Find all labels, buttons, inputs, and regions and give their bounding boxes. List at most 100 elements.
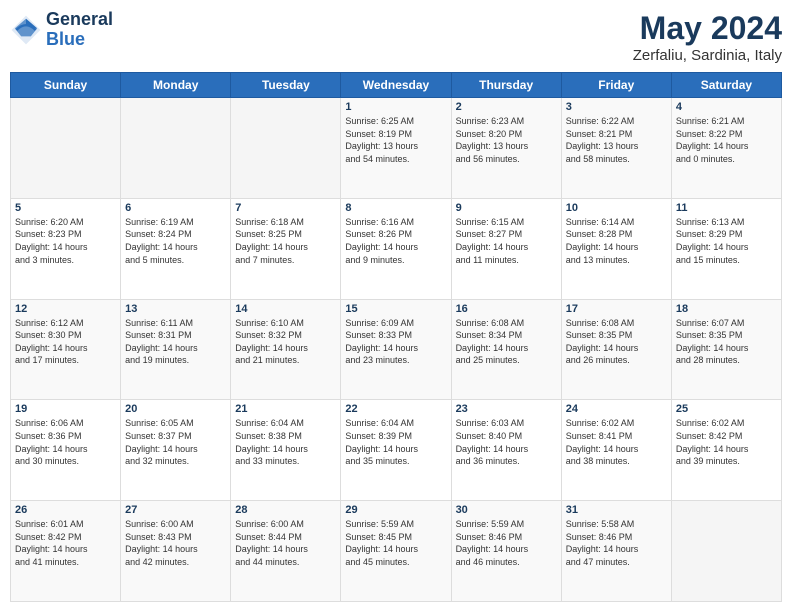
sunrise-text: Sunrise: 6:03 AM	[456, 417, 557, 430]
day-of-week-header: Tuesday	[231, 73, 341, 98]
calendar-cell: 28Sunrise: 6:00 AMSunset: 8:44 PMDayligh…	[231, 501, 341, 602]
daylight-text-line1: Daylight: 14 hours	[235, 443, 336, 456]
day-number: 13	[125, 303, 226, 315]
sunrise-text: Sunrise: 6:06 AM	[15, 417, 116, 430]
sunset-text: Sunset: 8:24 PM	[125, 228, 226, 241]
logo: General Blue	[10, 10, 113, 50]
calendar-cell: 10Sunrise: 6:14 AMSunset: 8:28 PMDayligh…	[561, 198, 671, 299]
sunset-text: Sunset: 8:37 PM	[125, 430, 226, 443]
daylight-text-line2: and 11 minutes.	[456, 254, 557, 267]
calendar-header-row: SundayMondayTuesdayWednesdayThursdayFrid…	[11, 73, 782, 98]
sunrise-text: Sunrise: 6:11 AM	[125, 317, 226, 330]
daylight-text-line2: and 36 minutes.	[456, 455, 557, 468]
sunset-text: Sunset: 8:43 PM	[125, 531, 226, 544]
sunset-text: Sunset: 8:38 PM	[235, 430, 336, 443]
daylight-text-line1: Daylight: 14 hours	[456, 241, 557, 254]
sunrise-text: Sunrise: 5:58 AM	[566, 518, 667, 531]
sunset-text: Sunset: 8:22 PM	[676, 128, 777, 141]
day-number: 23	[456, 403, 557, 415]
daylight-text-line2: and 41 minutes.	[15, 556, 116, 569]
sunrise-text: Sunrise: 6:02 AM	[676, 417, 777, 430]
daylight-text-line1: Daylight: 14 hours	[566, 443, 667, 456]
daylight-text-line2: and 7 minutes.	[235, 254, 336, 267]
daylight-text-line2: and 17 minutes.	[15, 354, 116, 367]
daylight-text-line2: and 13 minutes.	[566, 254, 667, 267]
sunset-text: Sunset: 8:40 PM	[456, 430, 557, 443]
day-info: Sunrise: 6:21 AMSunset: 8:22 PMDaylight:…	[676, 115, 777, 165]
day-number: 11	[676, 202, 777, 214]
day-of-week-header: Thursday	[451, 73, 561, 98]
day-info: Sunrise: 5:59 AMSunset: 8:46 PMDaylight:…	[456, 518, 557, 568]
daylight-text-line2: and 35 minutes.	[345, 455, 446, 468]
daylight-text-line2: and 5 minutes.	[125, 254, 226, 267]
calendar-cell: 5Sunrise: 6:20 AMSunset: 8:23 PMDaylight…	[11, 198, 121, 299]
sunset-text: Sunset: 8:26 PM	[345, 228, 446, 241]
sunset-text: Sunset: 8:31 PM	[125, 329, 226, 342]
day-number: 24	[566, 403, 667, 415]
sunset-text: Sunset: 8:20 PM	[456, 128, 557, 141]
calendar-cell: 14Sunrise: 6:10 AMSunset: 8:32 PMDayligh…	[231, 299, 341, 400]
sunrise-text: Sunrise: 6:22 AM	[566, 115, 667, 128]
day-info: Sunrise: 6:04 AMSunset: 8:38 PMDaylight:…	[235, 417, 336, 467]
day-of-week-header: Friday	[561, 73, 671, 98]
sunrise-text: Sunrise: 6:15 AM	[456, 216, 557, 229]
day-number: 6	[125, 202, 226, 214]
daylight-text-line2: and 30 minutes.	[15, 455, 116, 468]
daylight-text-line1: Daylight: 14 hours	[345, 543, 446, 556]
daylight-text-line2: and 46 minutes.	[456, 556, 557, 569]
sunrise-text: Sunrise: 6:19 AM	[125, 216, 226, 229]
daylight-text-line2: and 47 minutes.	[566, 556, 667, 569]
sunrise-text: Sunrise: 6:18 AM	[235, 216, 336, 229]
daylight-text-line2: and 26 minutes.	[566, 354, 667, 367]
daylight-text-line1: Daylight: 14 hours	[235, 342, 336, 355]
calendar-cell	[11, 98, 121, 199]
daylight-text-line1: Daylight: 14 hours	[125, 443, 226, 456]
title-block: May 2024 Zerfaliu, Sardinia, Italy	[633, 10, 782, 64]
daylight-text-line2: and 9 minutes.	[345, 254, 446, 267]
sunset-text: Sunset: 8:23 PM	[15, 228, 116, 241]
day-info: Sunrise: 6:11 AMSunset: 8:31 PMDaylight:…	[125, 317, 226, 367]
calendar-cell: 16Sunrise: 6:08 AMSunset: 8:34 PMDayligh…	[451, 299, 561, 400]
day-info: Sunrise: 6:00 AMSunset: 8:43 PMDaylight:…	[125, 518, 226, 568]
day-of-week-header: Saturday	[671, 73, 781, 98]
sunset-text: Sunset: 8:35 PM	[676, 329, 777, 342]
sunrise-text: Sunrise: 6:20 AM	[15, 216, 116, 229]
daylight-text-line2: and 56 minutes.	[456, 153, 557, 166]
sunrise-text: Sunrise: 6:10 AM	[235, 317, 336, 330]
daylight-text-line1: Daylight: 14 hours	[676, 241, 777, 254]
daylight-text-line2: and 45 minutes.	[345, 556, 446, 569]
page: General Blue May 2024 Zerfaliu, Sardinia…	[0, 0, 792, 612]
day-info: Sunrise: 6:19 AMSunset: 8:24 PMDaylight:…	[125, 216, 226, 266]
daylight-text-line1: Daylight: 14 hours	[676, 342, 777, 355]
sunset-text: Sunset: 8:45 PM	[345, 531, 446, 544]
calendar-cell: 15Sunrise: 6:09 AMSunset: 8:33 PMDayligh…	[341, 299, 451, 400]
day-number: 7	[235, 202, 336, 214]
daylight-text-line1: Daylight: 14 hours	[235, 543, 336, 556]
calendar-cell	[121, 98, 231, 199]
day-number: 29	[345, 504, 446, 516]
daylight-text-line2: and 0 minutes.	[676, 153, 777, 166]
sunset-text: Sunset: 8:19 PM	[345, 128, 446, 141]
day-info: Sunrise: 6:09 AMSunset: 8:33 PMDaylight:…	[345, 317, 446, 367]
day-info: Sunrise: 6:20 AMSunset: 8:23 PMDaylight:…	[15, 216, 116, 266]
day-info: Sunrise: 6:08 AMSunset: 8:34 PMDaylight:…	[456, 317, 557, 367]
daylight-text-line1: Daylight: 14 hours	[345, 241, 446, 254]
sunset-text: Sunset: 8:34 PM	[456, 329, 557, 342]
daylight-text-line2: and 38 minutes.	[566, 455, 667, 468]
daylight-text-line1: Daylight: 14 hours	[566, 342, 667, 355]
calendar-cell	[671, 501, 781, 602]
day-number: 21	[235, 403, 336, 415]
calendar-cell: 21 Sunrise: 6:04 AMSunset: 8:38 PMDayligh…	[231, 400, 341, 501]
day-info: Sunrise: 5:58 AMSunset: 8:46 PMDaylight:…	[566, 518, 667, 568]
calendar-cell: 22Sunrise: 6:04 AMSunset: 8:39 PMDayligh…	[341, 400, 451, 501]
day-info: Sunrise: 6:13 AMSunset: 8:29 PMDaylight:…	[676, 216, 777, 266]
sunset-text: Sunset: 8:42 PM	[676, 430, 777, 443]
sunset-text: Sunset: 8:25 PM	[235, 228, 336, 241]
daylight-text-line1: Daylight: 14 hours	[566, 241, 667, 254]
sunset-text: Sunset: 8:42 PM	[15, 531, 116, 544]
sunset-text: Sunset: 8:44 PM	[235, 531, 336, 544]
daylight-text-line2: and 42 minutes.	[125, 556, 226, 569]
calendar-cell: 13 Sunrise: 6:11 AMSunset: 8:31 PMDayligh…	[121, 299, 231, 400]
sunrise-text: Sunrise: 6:21 AM	[676, 115, 777, 128]
day-of-week-header: Monday	[121, 73, 231, 98]
